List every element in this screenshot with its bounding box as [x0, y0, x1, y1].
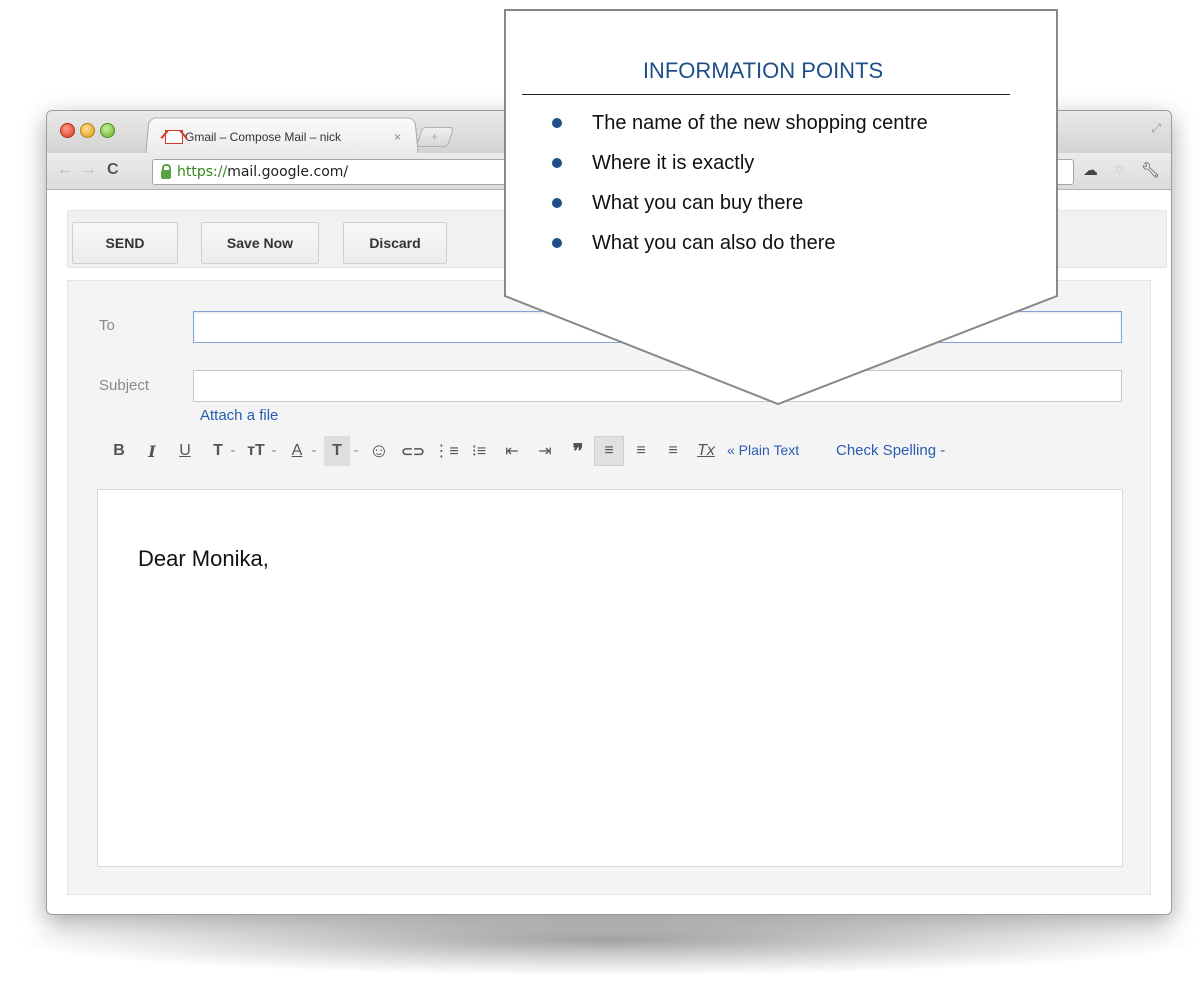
subject-field[interactable] [193, 370, 1122, 402]
list-item-text: What you can buy there [592, 192, 804, 214]
list-item-text: The name of the new shopping centre [592, 112, 928, 134]
subject-label: Subject [99, 377, 150, 394]
wrench-icon[interactable]: 🔧︎ [1141, 161, 1160, 179]
highlight-button[interactable]: T [324, 436, 350, 466]
gear-extension-icon[interactable]: ✲ [1113, 161, 1126, 179]
callout-title: INFORMATION POINTS [642, 58, 884, 83]
bullet-icon [552, 118, 562, 128]
message-body-editor[interactable]: Dear Monika, [97, 489, 1123, 867]
back-arrow-icon[interactable]: ← [57, 161, 73, 179]
underline-button[interactable]: U [174, 436, 196, 466]
font-caret-icon: - [230, 442, 236, 459]
quote-icon[interactable]: ❞ [565, 436, 591, 466]
list-item-text: Where it is exactly [592, 152, 755, 174]
gmail-logo-icon [165, 130, 183, 144]
new-tab-button[interactable]: + [415, 127, 455, 147]
send-button[interactable]: SEND [72, 222, 178, 264]
tab-close-icon[interactable]: × [394, 130, 401, 144]
discard-button[interactable]: Discard [343, 222, 447, 264]
save-now-button[interactable]: Save Now [201, 222, 319, 264]
list-item: What you can also do there [552, 229, 928, 269]
bullet-icon [552, 198, 562, 208]
list-item: Where it is exactly [552, 149, 928, 189]
list-item: The name of the new shopping centre [552, 109, 928, 149]
align-right-icon[interactable]: ≡ [660, 436, 686, 466]
align-center-icon[interactable]: ≡ [628, 436, 654, 466]
text-color-button[interactable]: A [286, 436, 308, 466]
browser-tab-content: Gmail – Compose Mail – nick × [165, 127, 401, 147]
font-size-button[interactable]: ᴛT [243, 436, 269, 466]
reload-icon[interactable]: C [107, 161, 119, 179]
numbered-list-icon[interactable]: ⋮≡ [433, 436, 459, 466]
fullscreen-icon[interactable]: ⤢ [1151, 121, 1161, 136]
list-item-text: What you can also do there [592, 232, 836, 254]
to-label: To [99, 317, 115, 334]
to-field[interactable] [193, 311, 1122, 343]
bullet-icon [552, 158, 562, 168]
italic-button[interactable]: I [141, 436, 163, 466]
url-scheme: https:// [177, 164, 228, 180]
attach-file-link[interactable]: Attach a file [200, 407, 278, 424]
cloud-extension-icon[interactable]: ☁ [1083, 161, 1098, 179]
bullet-icon [552, 238, 562, 248]
zoom-window-button[interactable] [100, 123, 115, 138]
emoji-icon[interactable]: ☺ [366, 436, 392, 466]
close-window-button[interactable] [60, 123, 75, 138]
indent-more-icon[interactable]: ⇥ [532, 436, 558, 466]
font-button[interactable]: T [207, 436, 229, 466]
gmail-content: SEND Save Now Discard To Subject Attach … [47, 190, 1171, 914]
window-floor-shadow [20, 905, 1195, 975]
information-points-list: The name of the new shopping centre Wher… [552, 109, 928, 269]
plus-icon: + [431, 130, 439, 144]
tab-title: Gmail – Compose Mail – nick [185, 130, 342, 144]
plain-text-link[interactable]: « Plain Text [727, 442, 799, 458]
highlight-caret-icon: - [353, 442, 359, 459]
minimize-window-button[interactable] [80, 123, 95, 138]
check-spelling-link[interactable]: Check Spelling - [836, 442, 945, 459]
url-host: mail.google.com/ [227, 164, 349, 180]
callout-divider [522, 94, 1010, 95]
text-color-caret-icon: - [311, 442, 317, 459]
bulleted-list-icon[interactable]: ⁝≡ [466, 436, 492, 466]
list-item: What you can buy there [552, 189, 928, 229]
size-caret-icon: - [271, 442, 277, 459]
message-body-text: Dear Monika, [138, 546, 269, 571]
forward-arrow-icon[interactable]: → [81, 161, 97, 179]
indent-less-icon[interactable]: ⇤ [499, 436, 525, 466]
lock-icon [161, 163, 171, 179]
link-icon[interactable]: ⊂⊃ [400, 436, 426, 466]
compose-panel: To Subject Attach a file B I U T - ᴛT - … [67, 280, 1151, 895]
align-left-icon[interactable]: ≡ [594, 436, 624, 466]
remove-formatting-icon[interactable]: Tx [692, 436, 720, 466]
bold-button[interactable]: B [108, 436, 130, 466]
